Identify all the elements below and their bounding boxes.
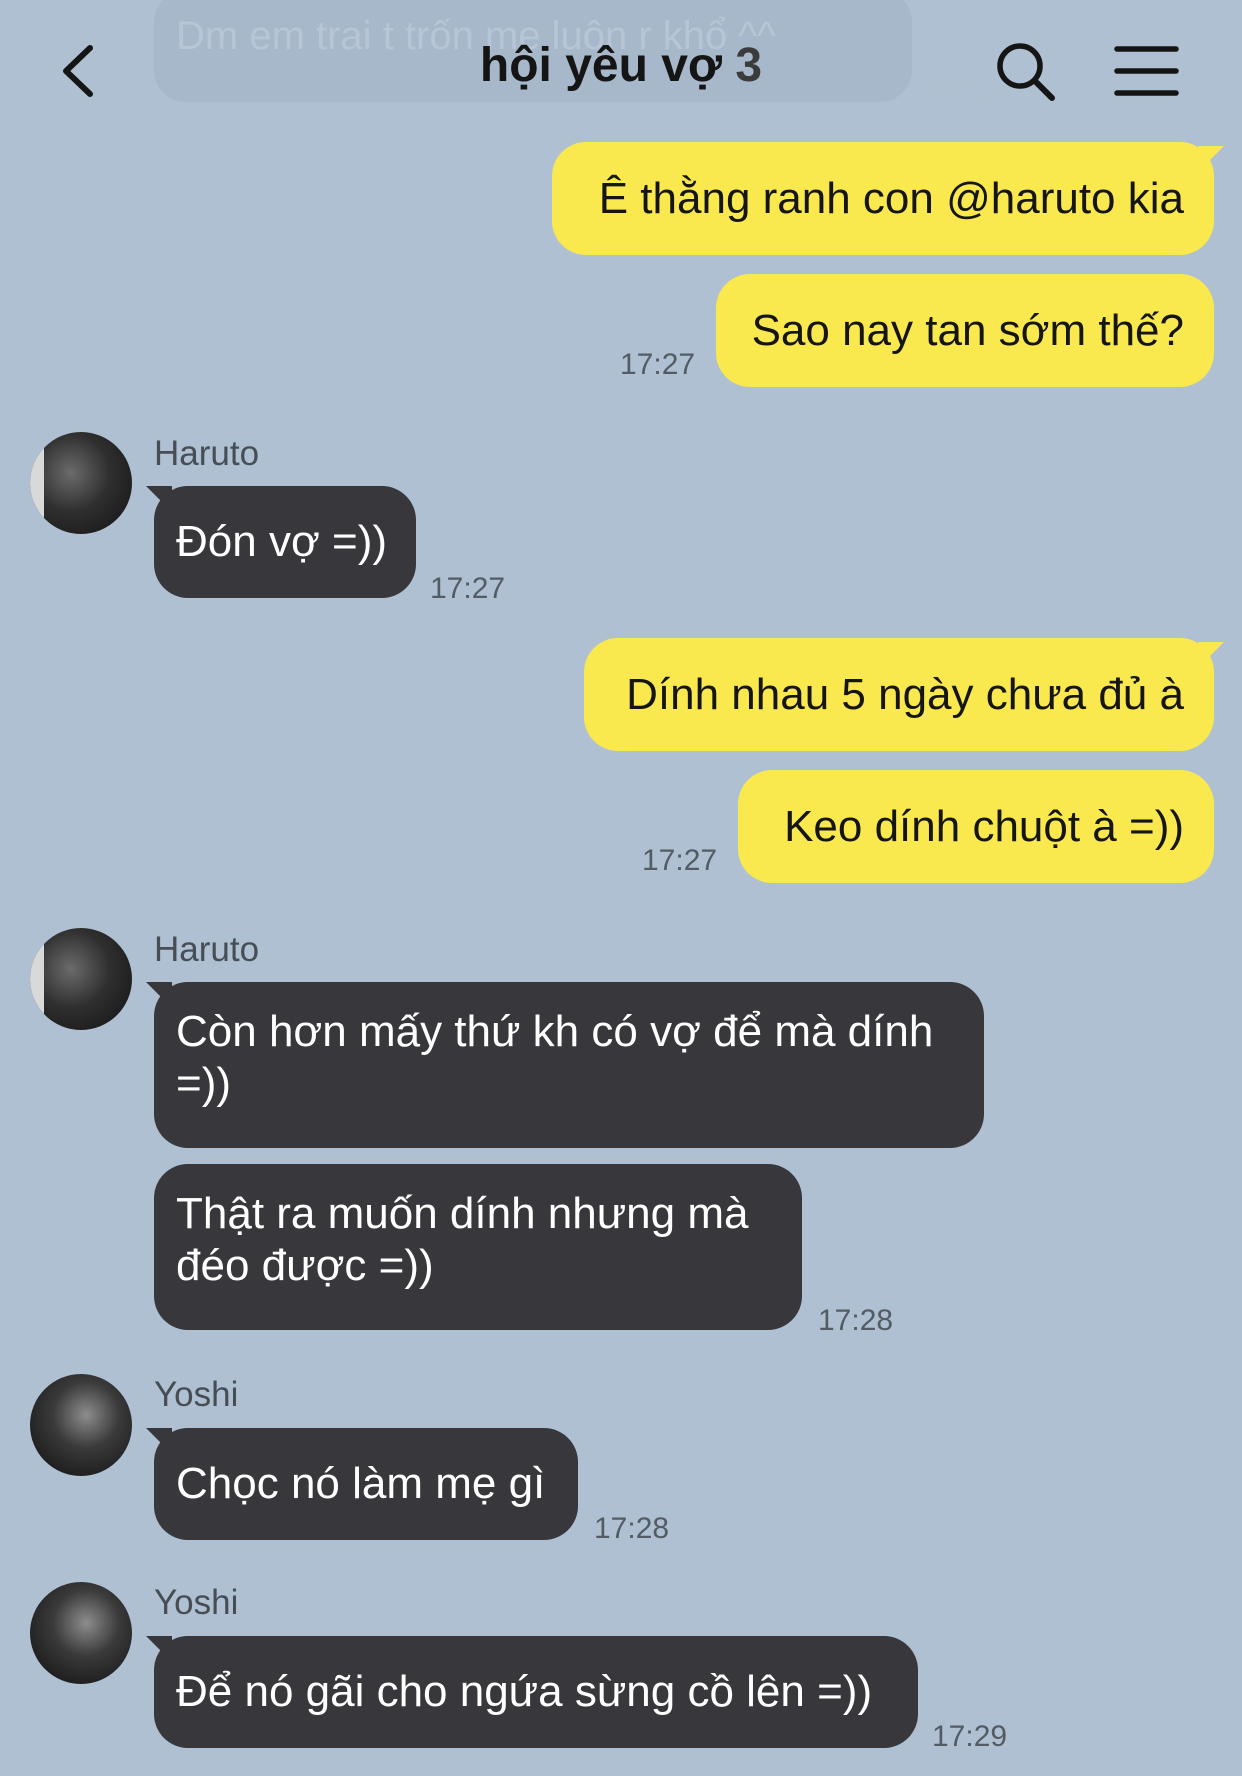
message-bubble-outgoing[interactable]: Sao nay tan sớm thế?: [716, 274, 1214, 387]
message-bubble-outgoing[interactable]: Ê thằng ranh con @haruto kia: [552, 142, 1214, 255]
chat-title: hội yêu vợ 3: [300, 38, 942, 93]
avatar-yoshi[interactable]: [30, 1582, 132, 1684]
message-time: 17:27: [642, 844, 718, 877]
menu-button[interactable]: [1112, 40, 1182, 104]
search-icon: [997, 43, 1055, 101]
avatar-haruto[interactable]: [30, 432, 132, 534]
message-time: 17:27: [620, 348, 696, 381]
message-text: Chọc nó làm mẹ gì: [176, 1459, 546, 1508]
message-bubble-incoming[interactable]: Chọc nó làm mẹ gì: [154, 1428, 578, 1540]
message-text: Để nó gãi cho ngứa sừng cồ lên =)): [176, 1667, 873, 1716]
message-text: Sao nay tan sớm thế?: [751, 305, 1184, 355]
sender-name: Yoshi: [154, 1583, 239, 1622]
message-text: Ê thằng ranh con @haruto kia: [598, 173, 1184, 223]
message-time: 17:28: [594, 1512, 670, 1545]
message-bubble-outgoing[interactable]: Dính nhau 5 ngày chưa đủ à: [584, 638, 1214, 751]
message-bubble-incoming[interactable]: Để nó gãi cho ngứa sừng cồ lên =)): [154, 1636, 918, 1748]
avatar-haruto[interactable]: [30, 928, 132, 1030]
member-count: 3: [735, 39, 763, 92]
hamburger-menu-icon: [1114, 46, 1179, 96]
sender-name: Haruto: [154, 930, 260, 969]
back-button[interactable]: [48, 36, 108, 106]
message-bubble-incoming[interactable]: Còn hơn mấy thứ kh có vợ để mà dính =)): [154, 982, 984, 1148]
sender-name: Yoshi: [154, 1375, 239, 1414]
message-bubble-incoming[interactable]: Đón vợ =)): [154, 486, 416, 598]
message-bubble-outgoing[interactable]: Keo dính chuột à =)): [738, 770, 1214, 883]
chat-name: hội yêu vợ: [479, 39, 723, 92]
message-time: 17:28: [818, 1304, 894, 1337]
message-text: Dính nhau 5 ngày chưa đủ à: [626, 669, 1184, 719]
sender-name: Haruto: [154, 434, 260, 473]
message-text: Còn hơn mấy thứ kh có vợ để mà dính =)): [176, 1007, 934, 1108]
message-time: 17:27: [430, 572, 506, 605]
message-text: Thật ra muốn dính nhưng mà đéo được =)): [176, 1189, 749, 1290]
message-text: Keo dính chuột à =)): [784, 801, 1184, 851]
message-time: 17:29: [932, 1720, 1008, 1753]
message-text: Đón vợ =)): [176, 517, 388, 566]
chevron-left-icon: [63, 45, 93, 97]
avatar-yoshi[interactable]: [30, 1374, 132, 1476]
search-button[interactable]: [990, 36, 1062, 108]
message-bubble-incoming[interactable]: Thật ra muốn dính nhưng mà đéo được =)): [154, 1164, 802, 1330]
